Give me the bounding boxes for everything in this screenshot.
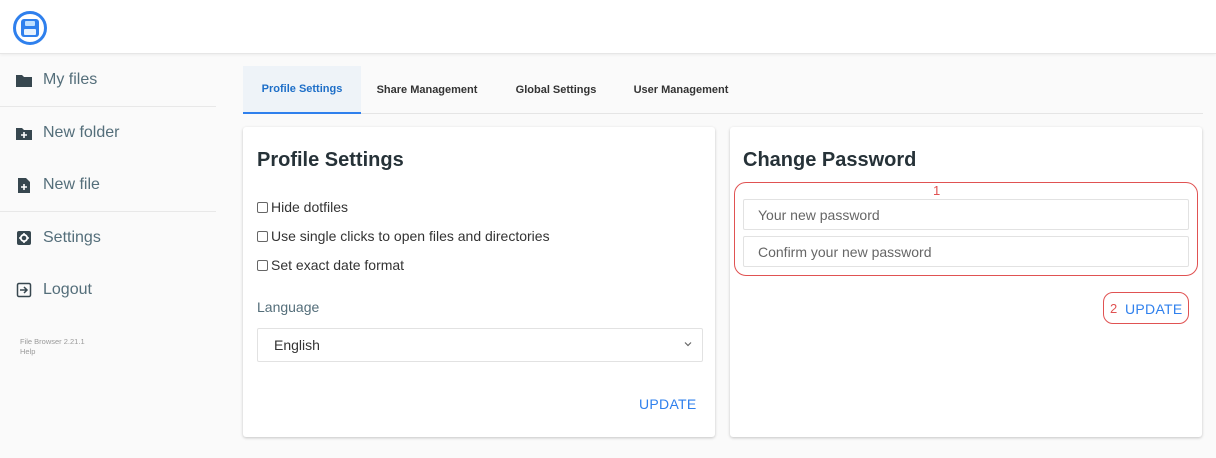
sidebar-item-my-files[interactable]: My files xyxy=(0,54,216,106)
sidebar-item-label: New file xyxy=(43,176,100,193)
annotation-number-2: 2 xyxy=(1110,301,1118,316)
card-title: Profile Settings xyxy=(257,149,404,171)
language-select[interactable]: English xyxy=(257,328,703,362)
checkbox-box[interactable] xyxy=(257,230,268,242)
chevron-down-icon xyxy=(684,342,692,347)
version-text: File Browser 2.21.1 xyxy=(20,337,85,346)
language-label: Language xyxy=(257,299,320,315)
sidebar-item-settings[interactable]: Settings xyxy=(0,212,216,264)
tab-global-settings[interactable]: Global Settings xyxy=(511,66,601,114)
checkbox-box[interactable] xyxy=(257,259,268,271)
single-click-checkbox[interactable]: Use single clicks to open files and dire… xyxy=(257,228,550,244)
language-value: English xyxy=(274,337,320,353)
password-update-button[interactable]: UPDATE xyxy=(1125,301,1183,317)
top-bar xyxy=(0,0,1216,54)
tab-user-management[interactable]: User Management xyxy=(628,66,734,114)
sidebar-item-label: My files xyxy=(43,71,98,88)
new-password-input[interactable]: Your new password xyxy=(743,199,1189,230)
tab-share-management[interactable]: Share Management xyxy=(370,66,484,114)
checkbox-box[interactable] xyxy=(257,201,268,213)
card-title: Change Password xyxy=(743,149,917,171)
floppy-disk-icon[interactable] xyxy=(13,11,47,45)
annotation-number-1: 1 xyxy=(933,183,941,198)
sidebar-item-label: Settings xyxy=(43,229,101,246)
folder-plus-icon xyxy=(15,124,33,142)
input-placeholder: Confirm your new password xyxy=(758,243,932,260)
checkbox-label: Hide dotfiles xyxy=(271,199,349,215)
sidebar-item-new-file[interactable]: New file xyxy=(0,159,216,211)
tab-profile-settings[interactable]: Profile Settings xyxy=(243,66,361,114)
help-link[interactable]: Help xyxy=(20,347,85,357)
date-format-checkbox[interactable]: Set exact date format xyxy=(257,257,404,273)
hide-dotfiles-checkbox[interactable]: Hide dotfiles xyxy=(257,199,348,215)
profile-update-button[interactable]: UPDATE xyxy=(639,396,697,412)
input-placeholder: Your new password xyxy=(758,206,880,223)
folder-icon xyxy=(15,71,33,89)
checkbox-label: Use single clicks to open files and dire… xyxy=(271,228,550,244)
sidebar-item-label: Logout xyxy=(43,281,92,298)
change-password-card: Change Password 1 Your new password Conf… xyxy=(730,127,1202,437)
settings-tabs: Profile Settings Share Management Global… xyxy=(243,66,1203,114)
sidebar-item-new-folder[interactable]: New folder xyxy=(0,107,216,159)
gear-icon xyxy=(15,229,33,247)
file-plus-icon xyxy=(15,176,33,194)
logout-icon xyxy=(15,281,33,299)
confirm-password-input[interactable]: Confirm your new password xyxy=(743,236,1189,267)
sidebar-footer: File Browser 2.21.1 Help xyxy=(20,337,85,357)
profile-settings-card: Profile Settings Hide dotfiles Use singl… xyxy=(243,127,715,437)
sidebar-item-logout[interactable]: Logout xyxy=(0,264,216,316)
sidebar-item-label: New folder xyxy=(43,124,120,141)
checkbox-label: Set exact date format xyxy=(271,257,405,273)
